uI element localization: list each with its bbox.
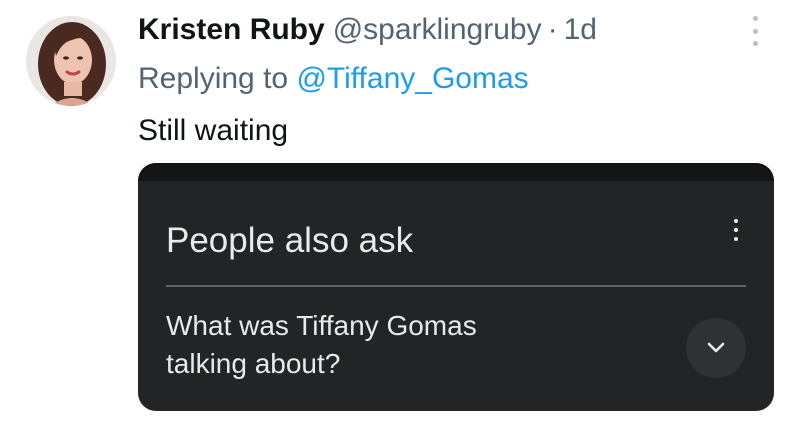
question-text: What was Tiffany Gomas talking about? [166,307,646,383]
media-top-bar [138,163,774,181]
divider [166,285,746,287]
replying-to-link[interactable]: @Tiffany_Gomas [296,62,528,95]
tweet-more-icon[interactable] [745,16,765,46]
tweet-text: Still waiting [138,114,289,147]
author-name[interactable]: Kristen Ruby [138,13,325,46]
card-more-icon [732,219,740,241]
question-line-1: What was Tiffany Gomas [166,310,477,341]
people-also-ask-title: People also ask [166,221,414,260]
avatar-image [26,16,116,106]
replying-to: Replying to @Tiffany_Gomas [138,59,529,99]
replying-prefix: Replying to [138,62,289,95]
expand-button [686,318,746,378]
timestamp[interactable]: 1d [564,13,597,46]
author-handle[interactable]: @sparklingruby [333,13,542,46]
question-line-2: talking about? [166,348,341,379]
tweet: Kristen Ruby @sparklingruby · 1d Replying t… [0,0,800,424]
tweet-header: Kristen Ruby @sparklingruby · 1d [138,10,597,50]
tweet-media-image[interactable]: People also ask What was Tiffany Gomas t… [138,163,774,411]
chevron-down-icon [707,342,725,353]
separator-dot: · [547,13,558,46]
avatar[interactable] [26,16,116,106]
